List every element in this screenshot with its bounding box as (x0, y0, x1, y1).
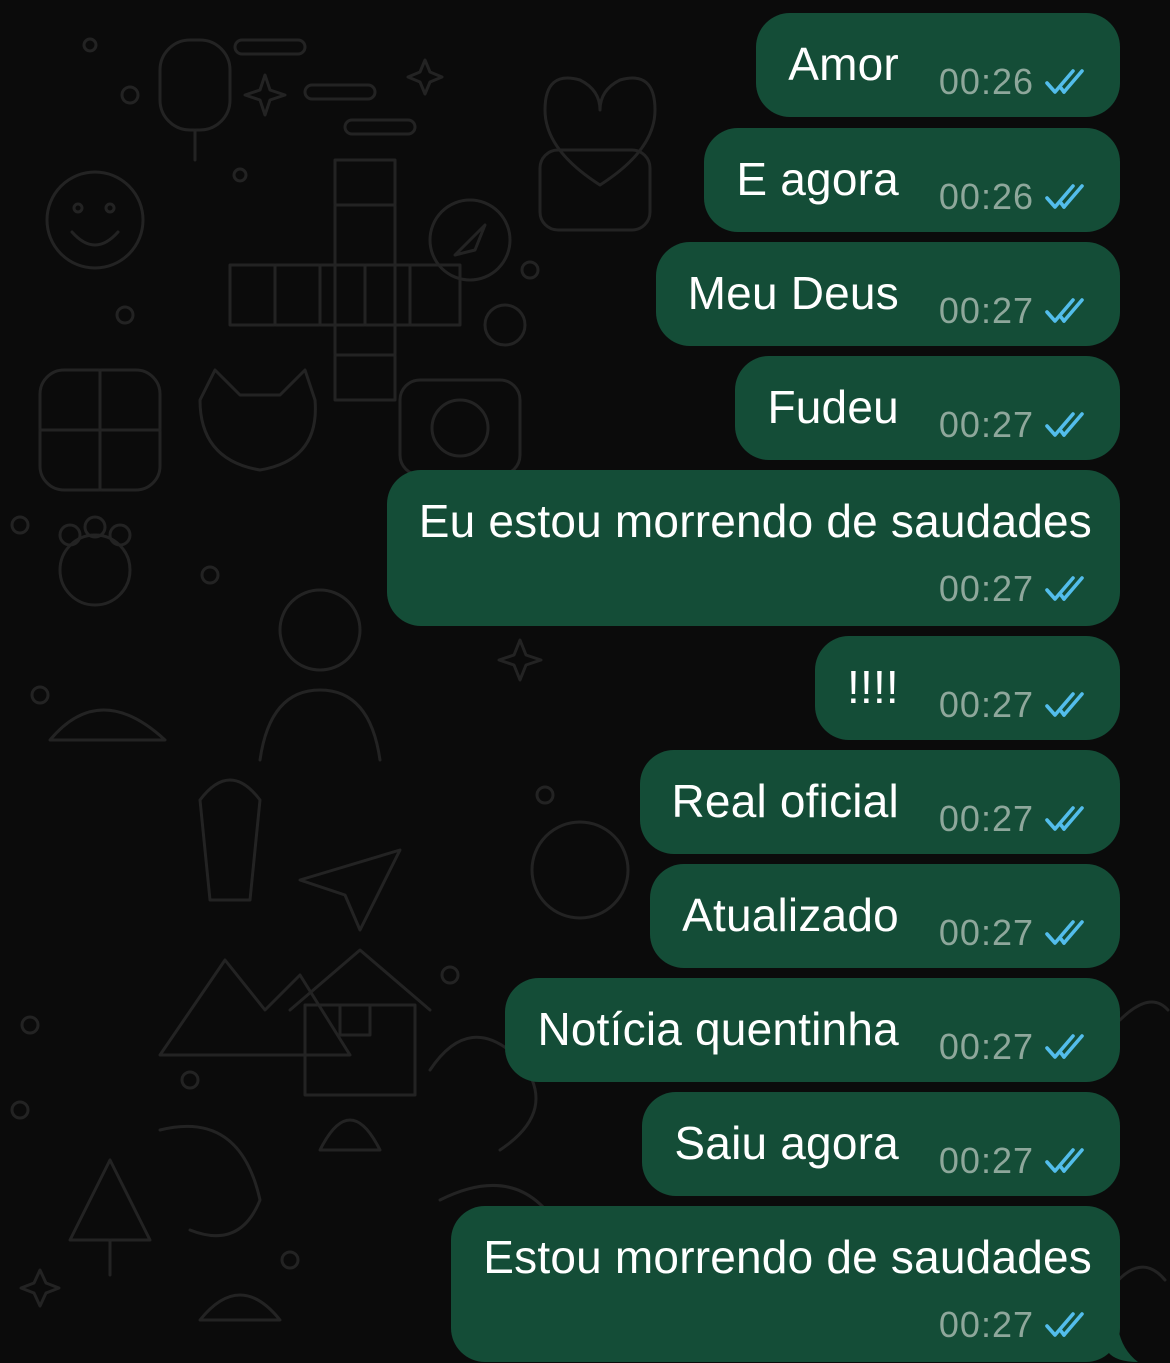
message-meta: 00:27 (939, 568, 1092, 610)
double-check-icon (1044, 182, 1092, 212)
message-bubble[interactable]: Meu Deus 00:27 (655, 242, 1120, 346)
message-text: Fudeu (767, 381, 899, 433)
message-timestamp: 00:26 (938, 176, 1034, 217)
message-bubble[interactable]: Eu estou morrendo de saudades 00:27 (386, 470, 1120, 626)
double-check-icon (1044, 1032, 1092, 1062)
message-timestamp: 00:27 (938, 1304, 1034, 1345)
message-bubble[interactable]: Estou morrendo de saudades 00:27 (451, 1206, 1120, 1362)
message-meta: 00:27 (939, 1140, 1092, 1182)
message-meta: 00:27 (939, 404, 1092, 446)
double-check-icon (1044, 804, 1092, 834)
message-bubble[interactable]: E agora 00:26 (704, 128, 1120, 232)
message-text: Atualizado (682, 889, 899, 941)
message-bubble[interactable]: Amor 00:26 (756, 13, 1120, 117)
message-meta: 00:27 (939, 684, 1092, 726)
message-timestamp: 00:27 (938, 568, 1034, 609)
message-meta: 00:27 (939, 1304, 1092, 1346)
double-check-icon (1044, 574, 1092, 604)
message-text: Real oficial (671, 775, 899, 827)
message-timestamp: 00:27 (938, 1026, 1034, 1067)
message-bubble[interactable]: Fudeu 00:27 (735, 356, 1120, 460)
double-check-icon (1044, 690, 1092, 720)
bubble-tail (1108, 1328, 1138, 1362)
message-text: Saiu agora (674, 1117, 899, 1169)
message-timestamp: 00:27 (938, 798, 1034, 839)
message-bubble[interactable]: Atualizado 00:27 (650, 864, 1120, 968)
double-check-icon (1044, 1146, 1092, 1176)
message-text: E agora (736, 153, 899, 205)
double-check-icon (1044, 67, 1092, 97)
message-meta: 00:27 (939, 1026, 1092, 1068)
double-check-icon (1044, 296, 1092, 326)
double-check-icon (1044, 918, 1092, 948)
message-text: Meu Deus (687, 267, 899, 319)
message-bubble[interactable]: !!!! 00:27 (814, 636, 1120, 740)
message-text: Estou morrendo de saudades (483, 1231, 1092, 1283)
message-timestamp: 00:27 (938, 912, 1034, 953)
message-timestamp: 00:26 (938, 61, 1034, 102)
message-timestamp: 00:27 (938, 1140, 1034, 1181)
message-timestamp: 00:27 (938, 290, 1034, 331)
double-check-icon (1044, 1310, 1092, 1340)
message-meta: 00:27 (939, 798, 1092, 840)
message-meta: 00:27 (939, 290, 1092, 332)
message-text: Eu estou morrendo de saudades (418, 495, 1092, 547)
message-text: Amor (788, 38, 899, 90)
message-timestamp: 00:27 (938, 684, 1034, 725)
message-bubble[interactable]: Real oficial 00:27 (639, 750, 1120, 854)
message-meta: 00:26 (939, 61, 1092, 103)
message-meta: 00:26 (939, 176, 1092, 218)
message-text: !!!! (846, 661, 899, 713)
double-check-icon (1044, 410, 1092, 440)
message-text: Notícia quentinha (537, 1003, 899, 1055)
message-bubble[interactable]: Notícia quentinha 00:27 (505, 978, 1120, 1082)
message-meta: 00:27 (939, 912, 1092, 954)
message-timestamp: 00:27 (938, 404, 1034, 445)
message-bubble[interactable]: Saiu agora 00:27 (642, 1092, 1120, 1196)
